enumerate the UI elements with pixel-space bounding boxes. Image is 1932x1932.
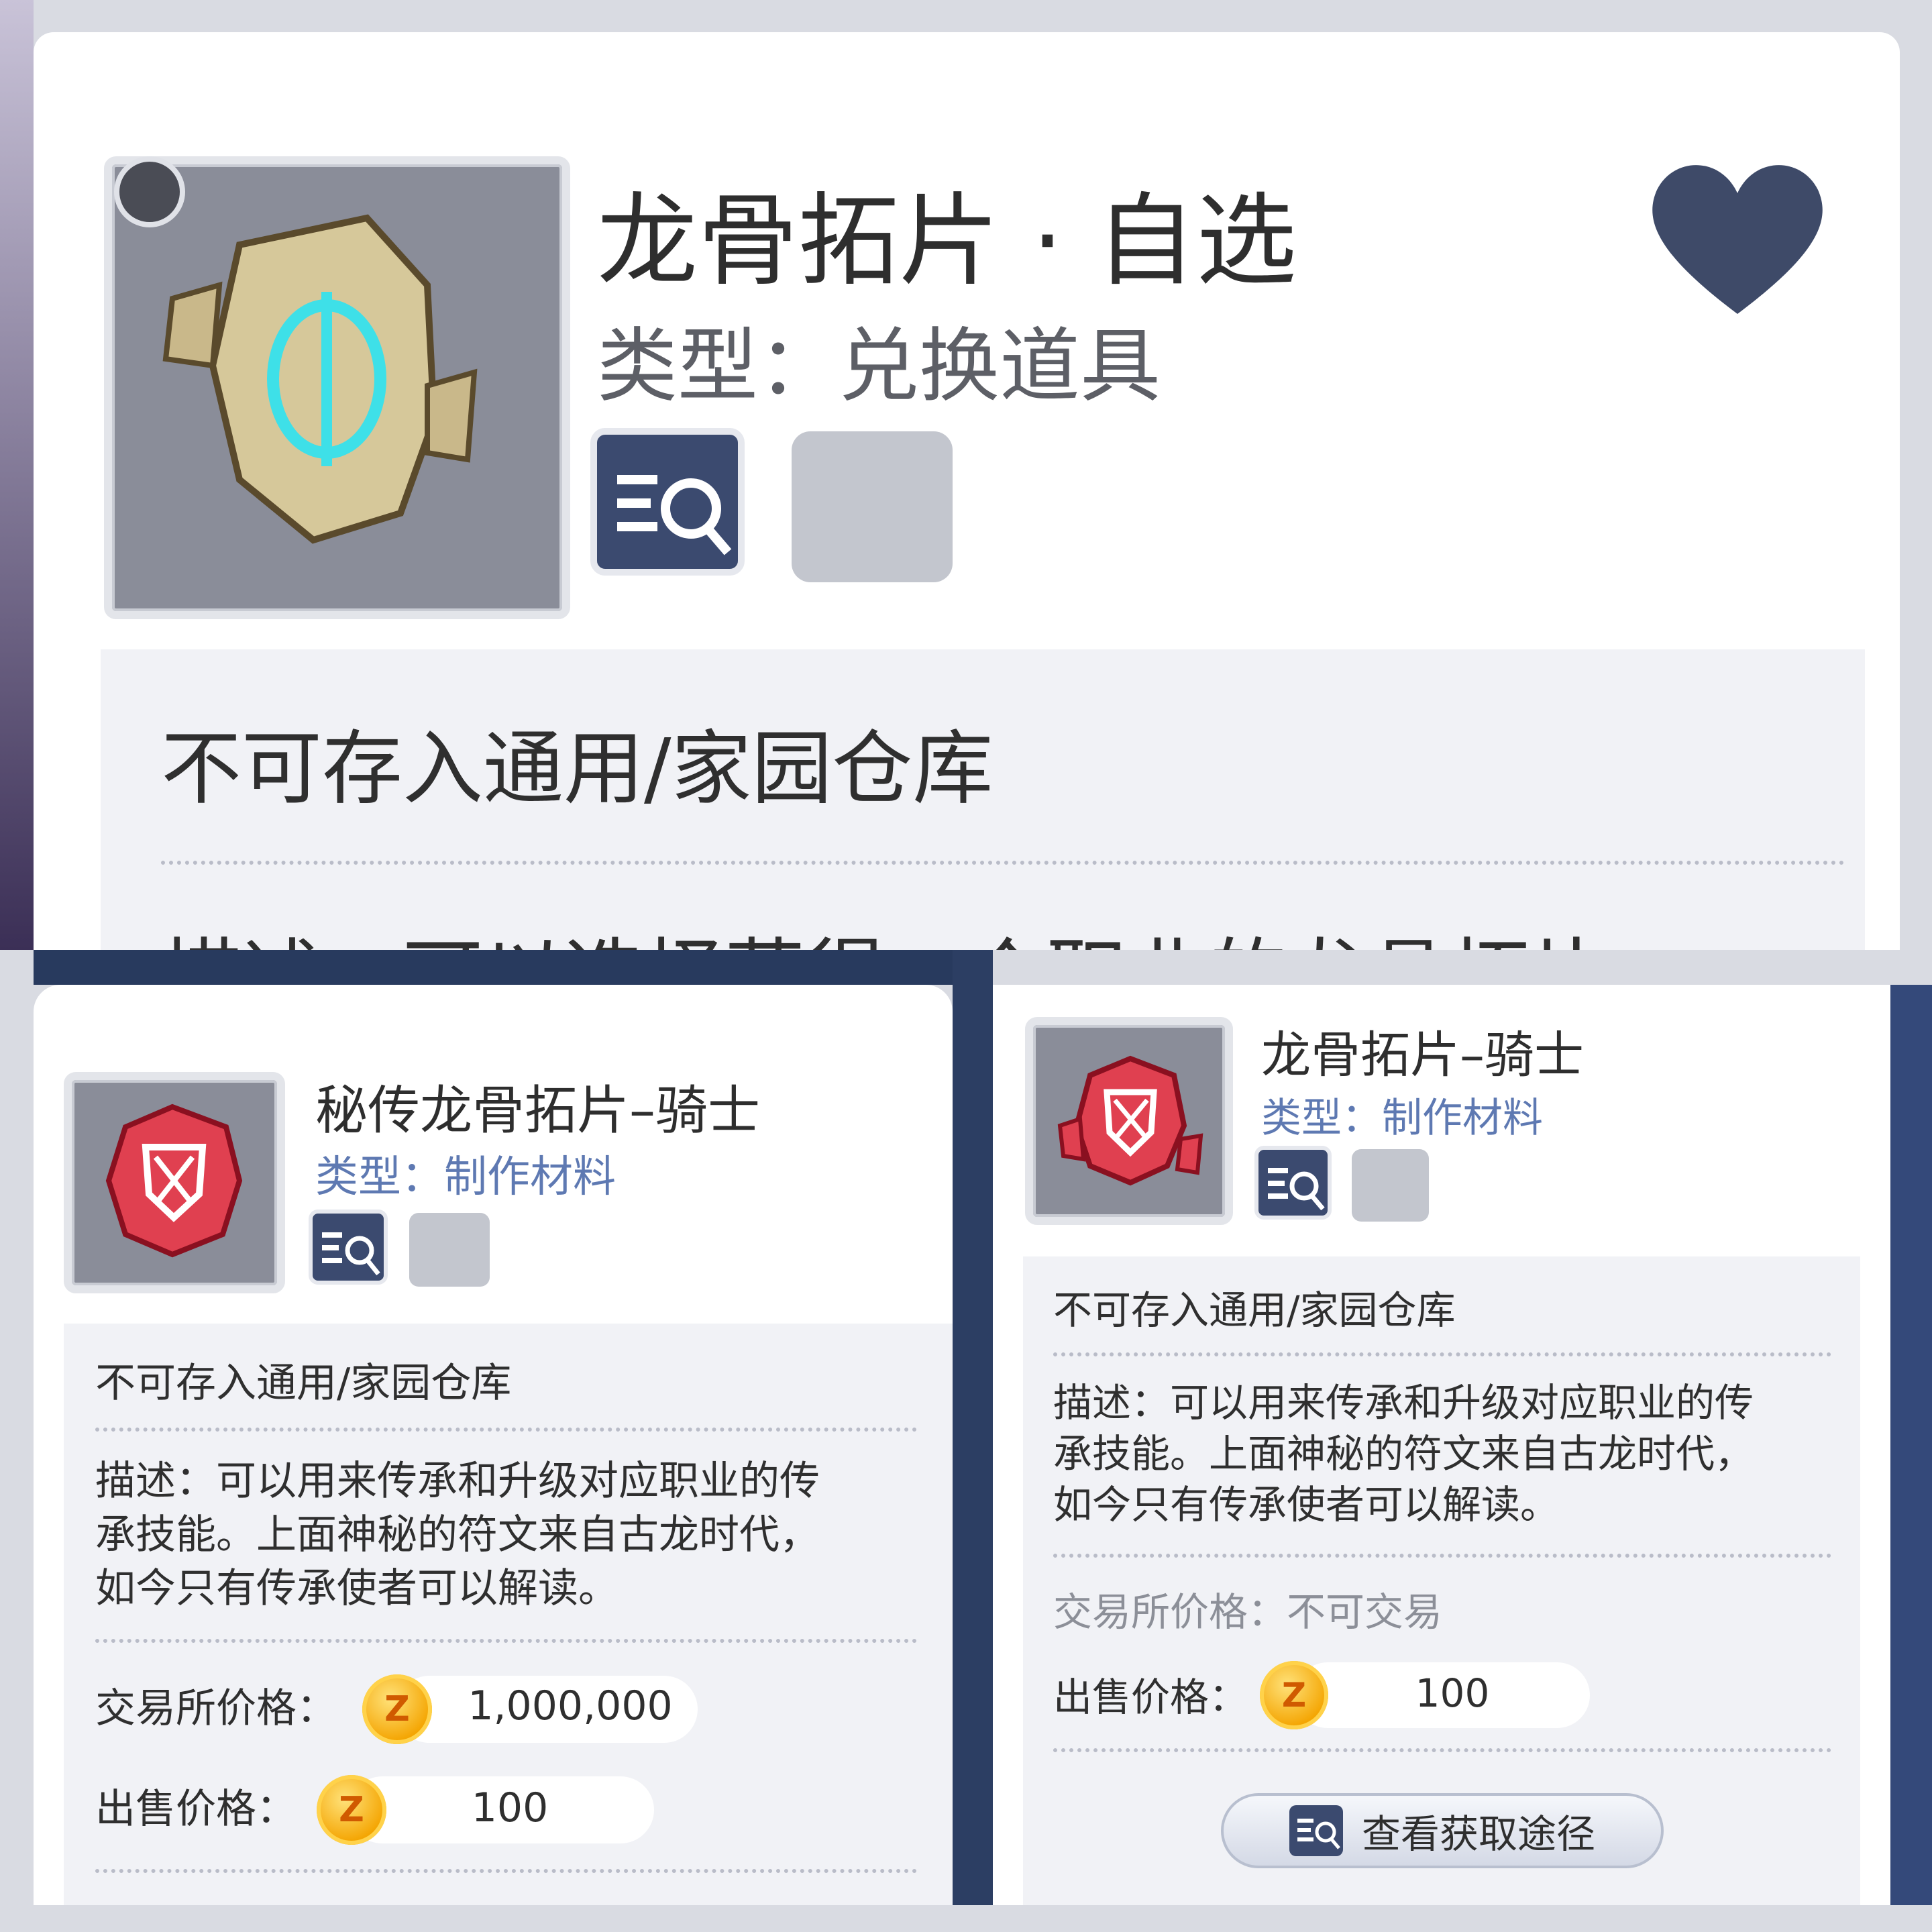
zeny-coin-icon: Z xyxy=(362,1674,432,1744)
red-rune-stone-icon xyxy=(1057,1055,1203,1186)
item-description: 描述：可以用来传承和升级对应职业的传 承技能。上面神秘的符文来自古龙时代， 如今… xyxy=(1053,1377,1845,1530)
tray-icon xyxy=(409,1213,490,1287)
exchange-price-value: 1,000,000 xyxy=(468,1682,673,1729)
bound-badge-icon xyxy=(114,156,185,227)
item-title: 龙骨拓片 · 自选 xyxy=(597,183,1297,300)
item-type: 类型：制作材料 xyxy=(315,1152,616,1202)
description-line: 承技能。上面神秘的符文来自古龙时代， xyxy=(1053,1431,1754,1477)
preview-button[interactable] xyxy=(309,1210,388,1285)
item-icon-frame xyxy=(104,156,570,619)
divider xyxy=(161,861,1845,865)
background-edge xyxy=(0,0,34,950)
sell-price-label: 出售价格： xyxy=(95,1786,297,1833)
divider xyxy=(95,1639,917,1643)
tray-icon xyxy=(1352,1149,1429,1222)
search-list-icon xyxy=(617,475,732,555)
item-title: 龙骨拓片–骑士 xyxy=(1261,1026,1584,1084)
divider xyxy=(1053,1352,1831,1356)
storage-note: 不可存入通用/家园仓库 xyxy=(1053,1287,1456,1333)
rubbing-stone-icon xyxy=(162,214,478,544)
item-title: 秘传龙骨拓片–骑士 xyxy=(315,1081,761,1141)
exchange-price-label: 交易所价格： xyxy=(95,1685,337,1732)
divider xyxy=(95,1428,917,1432)
item-type: 类型：制作材料 xyxy=(1261,1095,1543,1142)
tray-icon xyxy=(792,431,953,582)
description-line: 承技能。上面神秘的符文来自古龙时代， xyxy=(95,1511,820,1558)
sell-price-label: 出售价格： xyxy=(1053,1674,1248,1720)
item-icon-frame xyxy=(1025,1017,1233,1225)
search-list-icon xyxy=(1289,1805,1343,1856)
divider xyxy=(1053,1748,1831,1752)
red-rune-stone-icon xyxy=(105,1104,243,1258)
sell-price-value: 100 xyxy=(471,1784,549,1831)
search-list-icon xyxy=(322,1232,380,1276)
item-detail-card-secret-knight: 秘传龙骨拓片–骑士 类型：制作材料 不可存入通用/家园仓库 描述：可以用来传承和… xyxy=(34,985,953,1905)
search-list-icon xyxy=(1268,1168,1325,1211)
background-strip xyxy=(34,950,953,985)
background-strip xyxy=(953,950,993,1905)
storage-note: 不可存入通用/家园仓库 xyxy=(95,1360,512,1407)
item-description: 描述：可以选择获得一个职业的龙骨拓片 xyxy=(161,911,1610,950)
item-icon-frame xyxy=(64,1072,285,1293)
exchange-price-text: 交易所价格：不可交易 xyxy=(1053,1589,1443,1635)
zeny-coin-icon: Z xyxy=(317,1775,386,1845)
view-source-label: 查看获取途径 xyxy=(1361,1811,1595,1857)
zeny-coin-icon: Z xyxy=(1260,1661,1328,1729)
background-strip xyxy=(1890,985,1932,1905)
sell-price-value: 100 xyxy=(1415,1670,1490,1716)
description-line: 如今只有传承使者可以解读。 xyxy=(1053,1482,1560,1527)
item-type: 类型：兑换道具 xyxy=(597,320,1161,413)
item-detail-card-knight: 龙骨拓片–骑士 类型：制作材料 不可存入通用/家园仓库 描述：可以用来传承和升级… xyxy=(993,985,1890,1905)
preview-button[interactable] xyxy=(1254,1146,1332,1220)
description-line: 描述：可以用来传承和升级对应职业的传 xyxy=(1053,1380,1754,1426)
preview-button[interactable] xyxy=(590,428,745,576)
favorite-heart-icon[interactable] xyxy=(1644,153,1831,327)
item-detail-card-dragon-bone-select: 龙骨拓片 · 自选 类型：兑换道具 不可存入通用/家园仓库 描述：可以选择获得一… xyxy=(34,32,1900,950)
view-source-button[interactable]: 查看获取途径 xyxy=(1221,1793,1664,1868)
storage-note: 不可存入通用/家园仓库 xyxy=(161,722,994,816)
description-line: 如今只有传承使者可以解读。 xyxy=(95,1565,619,1612)
description-line: 描述：可以用来传承和升级对应职业的传 xyxy=(95,1458,820,1505)
divider xyxy=(95,1869,917,1873)
divider xyxy=(1053,1554,1831,1558)
item-description: 描述：可以用来传承和升级对应职业的传 承技能。上面神秘的符文来自古龙时代， 如今… xyxy=(95,1454,927,1615)
